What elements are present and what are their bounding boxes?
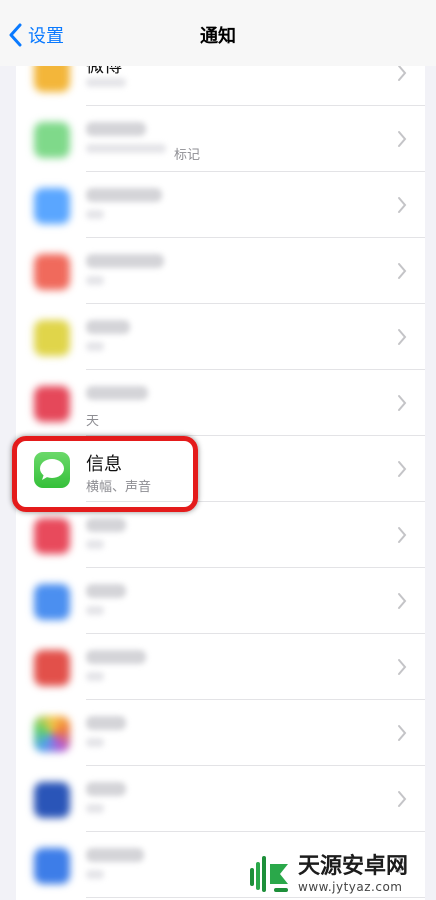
watermark-url: www.jytyaz.com xyxy=(298,880,403,894)
row-title xyxy=(86,650,146,664)
row-title xyxy=(86,320,130,334)
row-subtitle xyxy=(86,870,104,879)
row-subtitle xyxy=(86,672,104,681)
app-icon xyxy=(34,782,70,818)
watermark: 天源安卓网 www.jytyaz.com xyxy=(244,848,436,900)
row-subtitle-peek: 天 xyxy=(86,414,100,429)
app-icon xyxy=(34,320,70,356)
list-item[interactable]: 标记 xyxy=(16,106,425,172)
list-item-weibo[interactable]: 微博 xyxy=(16,60,425,106)
chevron-right-icon xyxy=(398,659,407,675)
chevron-right-icon xyxy=(398,725,407,741)
app-icon xyxy=(34,188,70,224)
app-icon xyxy=(34,122,70,158)
chevron-right-icon xyxy=(398,131,407,147)
highlight-box xyxy=(12,436,198,512)
chevron-right-icon xyxy=(398,197,407,213)
chevron-right-icon xyxy=(398,527,407,543)
list-item[interactable] xyxy=(16,238,425,304)
chevron-right-icon xyxy=(398,461,407,477)
row-subtitle xyxy=(86,210,104,219)
row-subtitle xyxy=(86,540,104,549)
list-item[interactable] xyxy=(16,700,425,766)
chevron-right-icon xyxy=(398,329,407,345)
row-title xyxy=(86,782,126,796)
row-subtitle-peek: 标记 xyxy=(174,148,201,163)
app-icon xyxy=(34,386,70,422)
app-icon xyxy=(34,254,70,290)
row-subtitle xyxy=(86,606,104,615)
chevron-right-icon xyxy=(398,593,407,609)
chevron-right-icon xyxy=(398,65,407,81)
row-title xyxy=(86,254,164,268)
row-title xyxy=(86,122,146,136)
row-subtitle xyxy=(86,738,104,747)
list-item[interactable] xyxy=(16,634,425,700)
row-title xyxy=(86,188,162,202)
app-icon xyxy=(34,584,70,620)
row-title xyxy=(86,848,144,862)
navigation-bar: 设置 通知 xyxy=(0,0,436,66)
row-subtitle xyxy=(86,804,104,813)
list-item[interactable] xyxy=(16,172,425,238)
row-title xyxy=(86,716,126,730)
list-item[interactable]: 天 xyxy=(16,370,425,436)
chevron-right-icon xyxy=(398,791,407,807)
app-icon xyxy=(34,518,70,554)
row-title xyxy=(86,386,148,400)
list-item[interactable] xyxy=(16,568,425,634)
app-icon xyxy=(34,650,70,686)
row-title xyxy=(86,518,126,532)
chevron-right-icon xyxy=(398,395,407,411)
app-icon xyxy=(34,848,70,884)
row-subtitle xyxy=(86,78,126,87)
row-title xyxy=(86,584,126,598)
watermark-logo-icon xyxy=(250,856,288,892)
list-item[interactable] xyxy=(16,304,425,370)
row-subtitle xyxy=(86,144,166,153)
row-subtitle xyxy=(86,342,104,351)
watermark-name: 天源安卓网 xyxy=(298,854,409,879)
list-item[interactable] xyxy=(16,766,425,832)
page-title: 通知 xyxy=(200,26,236,47)
chevron-right-icon xyxy=(398,263,407,279)
row-subtitle xyxy=(86,276,104,285)
app-icon xyxy=(34,716,70,752)
